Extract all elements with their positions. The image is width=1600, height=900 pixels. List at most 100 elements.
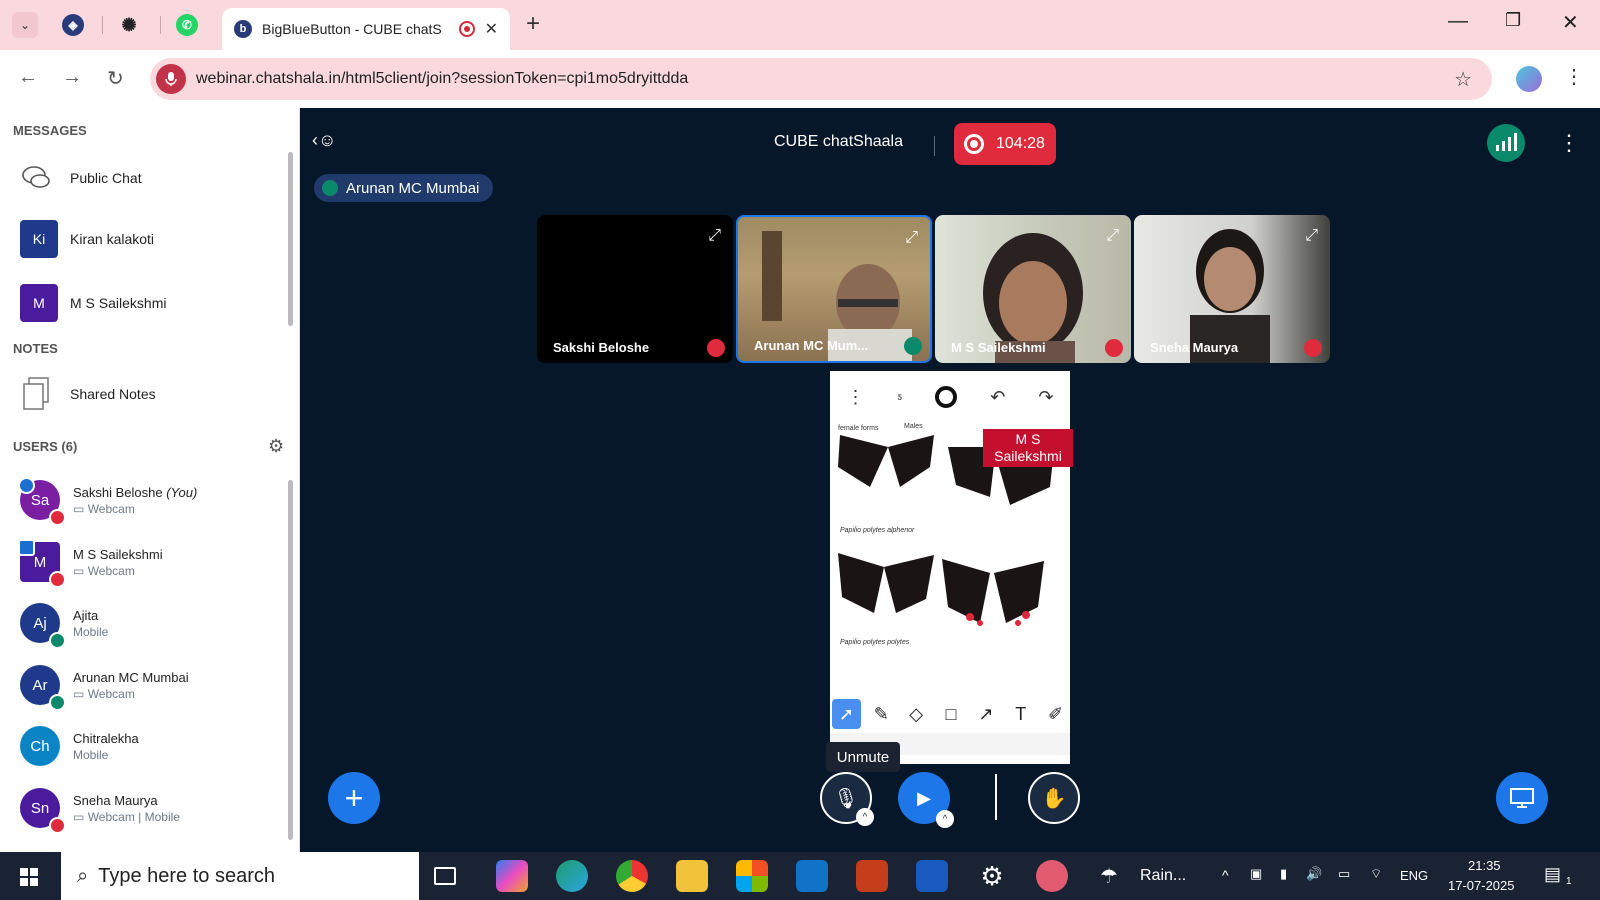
users-scrollbar[interactable] [288, 480, 293, 840]
pinned-tab-whatsapp[interactable]: ✆ [176, 14, 198, 36]
user-list-item[interactable]: Ch Chitralekha Mobile [20, 726, 139, 766]
address-bar[interactable]: webinar.chatshala.in/html5client/join?se… [150, 58, 1492, 100]
arrow-tool-icon[interactable]: ↗ [971, 699, 1000, 729]
restore-button[interactable]: ❐ [1505, 10, 1521, 31]
video-options-caret-icon[interactable]: ^ [936, 810, 954, 828]
notification-center-icon[interactable]: ▤ [1544, 864, 1561, 885]
tab-close-icon[interactable]: ✕ [485, 19, 498, 39]
fullscreen-icon[interactable]: ⤢ [1106, 227, 1119, 245]
clock-time[interactable]: 21:35 [1468, 858, 1501, 873]
select-tool-icon[interactable]: ➚ [832, 699, 861, 729]
mic-muted-icon: 🎙 [833, 787, 859, 810]
meet-now-icon[interactable]: ▣ [1250, 866, 1262, 882]
undo-icon[interactable]: ↶ [990, 387, 1005, 408]
input-language[interactable]: ENG [1400, 868, 1428, 883]
user-list-item[interactable]: Sn Sneha Maurya ▭ Webcam | Mobile [20, 788, 180, 834]
tab-search-menu-button[interactable]: ⌄ [12, 12, 38, 38]
pinned-tab-1[interactable]: ◈ [62, 14, 84, 36]
bookmark-star-icon[interactable]: ☆ [1454, 67, 1472, 92]
browser-tab-strip: ⌄ ◈ ✺ ✆ b BigBlueButton - CUBE chatS ✕ +… [0, 0, 1600, 50]
toggle-user-list-icon[interactable]: ‹☺ [312, 130, 336, 151]
close-window-button[interactable]: ✕ [1562, 10, 1579, 35]
connection-status-icon[interactable] [1487, 124, 1525, 162]
options-menu-icon[interactable]: ⋮ [1558, 130, 1580, 156]
word-icon[interactable] [916, 860, 948, 892]
stroke-size-icon[interactable]: ƽ [898, 392, 903, 403]
shared-notes-item[interactable]: Shared Notes [20, 377, 156, 410]
pinned-tab-chatgpt[interactable]: ✺ [118, 14, 140, 36]
video-user-name[interactable]: Sneha Maurya [1150, 340, 1238, 355]
fullscreen-icon[interactable]: ⤢ [708, 227, 721, 245]
private-chat-item[interactable]: M M S Sailekshmi [20, 284, 166, 322]
actions-plus-button[interactable]: + [328, 772, 380, 824]
file-explorer-icon[interactable] [676, 860, 708, 892]
browser-menu-icon[interactable]: ⋮ [1564, 64, 1584, 89]
outlook-icon[interactable] [796, 860, 828, 892]
messages-scrollbar[interactable] [288, 152, 293, 326]
fullscreen-icon[interactable]: ⤢ [905, 229, 918, 247]
presentation-toggle-button[interactable] [1496, 772, 1548, 824]
settings-icon[interactable]: ⚙ [976, 860, 1008, 892]
redo-icon[interactable]: ↷ [1038, 387, 1053, 408]
microphone-in-use-icon[interactable] [156, 64, 186, 94]
video-user-name[interactable]: M S Sailekshmi [951, 340, 1046, 355]
taskbar-search-box[interactable]: ⌕ Type here to search [61, 852, 419, 900]
new-tab-button[interactable]: + [526, 10, 540, 38]
hand-icon: ✋ [1041, 787, 1067, 810]
edge-icon[interactable] [556, 860, 588, 892]
battery-icon[interactable]: ▭ [1338, 866, 1350, 882]
weather-icon[interactable]: ☂ [1100, 864, 1118, 889]
user-options-gear-icon[interactable]: ⚙ [268, 436, 284, 457]
chrome-icon[interactable] [616, 860, 648, 892]
presentation-slide[interactable]: ⋮ ƽ ↶ ↷ female forms Males Papilio polyt… [830, 371, 1073, 764]
video-tile[interactable]: ⤢ Arunan MC Mum... [736, 215, 932, 363]
user-name: Sneha Maurya [73, 792, 158, 808]
avatar: M [18, 539, 66, 588]
public-chat-item[interactable]: Public Chat [20, 162, 142, 194]
color-picker-icon[interactable] [935, 386, 958, 408]
user-list-item[interactable]: Sa Sakshi Beloshe (You) ▭ Webcam [18, 477, 197, 526]
fullscreen-icon[interactable]: ⤢ [1305, 227, 1318, 245]
raise-hand-button[interactable]: ✋ [1028, 772, 1080, 824]
snipping-tool-icon[interactable] [1036, 860, 1068, 892]
microsoft-store-icon[interactable] [736, 860, 768, 892]
video-tile[interactable]: ⤢ M S Sailekshmi [935, 215, 1131, 363]
task-view-icon[interactable] [434, 867, 456, 885]
user-list-item[interactable]: M M S Sailekshmi ▭ Webcam [18, 539, 163, 588]
clock-date[interactable]: 17-07-2025 [1448, 878, 1515, 893]
video-tile[interactable]: ⤢ Sakshi Beloshe [537, 215, 733, 363]
user-list-item[interactable]: Aj Ajita Mobile [20, 603, 108, 649]
profile-avatar[interactable] [1516, 66, 1542, 92]
webcam-button[interactable]: ▶ ^ [898, 772, 954, 828]
note-tool-icon[interactable]: ✐ [1041, 699, 1070, 729]
whiteboard-options-icon[interactable]: ⋮ [847, 387, 865, 408]
private-chat-item[interactable]: Ki Kiran kalakoti [20, 220, 154, 258]
talking-indicator[interactable]: Arunan MC Mumbai [314, 174, 494, 202]
show-hidden-icons-icon[interactable]: ^ [1222, 867, 1229, 883]
forward-icon[interactable]: → [62, 66, 82, 89]
audio-options-caret-icon[interactable]: ^ [856, 808, 874, 826]
weather-text[interactable]: Rain... [1140, 867, 1186, 885]
text-tool-icon[interactable]: T [1006, 699, 1035, 729]
microphone-icon[interactable]: ▮ [1280, 866, 1287, 882]
eraser-tool-icon[interactable]: ◇ [902, 699, 931, 729]
volume-icon[interactable]: 🔊 [1306, 866, 1322, 882]
rectangle-tool-icon[interactable]: □ [937, 699, 966, 729]
slide-caption: Papilio polytes alphenor [840, 527, 915, 534]
video-user-name[interactable]: Sakshi Beloshe [553, 340, 649, 355]
pencil-tool-icon[interactable]: ✎ [867, 699, 896, 729]
windows-start-icon[interactable] [20, 868, 38, 886]
minimize-button[interactable]: — [1448, 10, 1468, 33]
active-tab[interactable]: b BigBlueButton - CUBE chatS ✕ [222, 8, 510, 50]
powerpoint-icon[interactable] [856, 860, 888, 892]
video-tile[interactable]: ⤢ Sneha Maurya [1134, 215, 1330, 363]
wifi-icon[interactable]: ⌔ [1370, 866, 1382, 882]
video-user-name[interactable]: Arunan MC Mum... [754, 338, 868, 353]
unmute-button[interactable]: 🎙 ^ [820, 772, 874, 826]
user-list-item[interactable]: Ar Arunan MC Mumbai ▭ Webcam [20, 665, 189, 711]
copilot-icon[interactable] [496, 860, 528, 892]
recording-button[interactable]: 104:28 [954, 123, 1056, 165]
user-name: Sakshi Beloshe [73, 484, 163, 500]
reload-icon[interactable]: ↻ [107, 66, 124, 91]
back-icon[interactable]: ← [18, 66, 38, 89]
